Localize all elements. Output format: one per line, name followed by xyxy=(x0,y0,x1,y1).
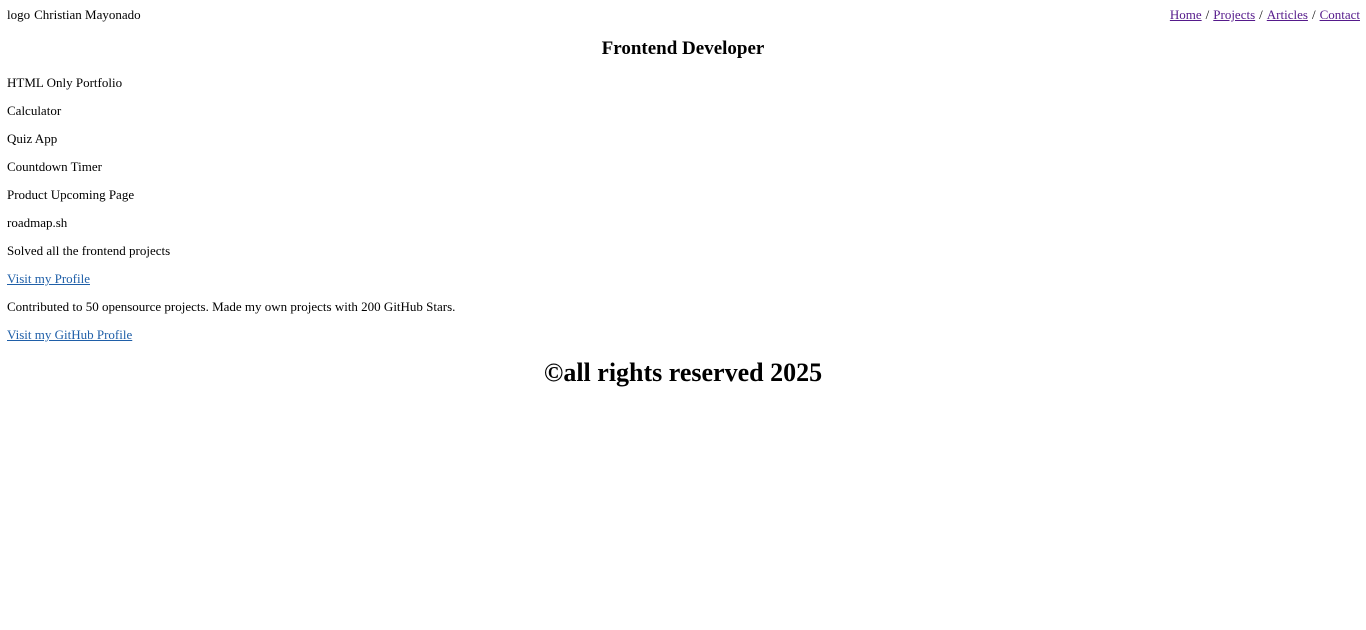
roadmap-title: roadmap.sh xyxy=(7,215,68,230)
nav-separator: / xyxy=(1205,7,1210,22)
github-profile-link-row: Visit my GitHub Profile xyxy=(7,326,1007,354)
site-owner-name: Christian Mayonado xyxy=(34,7,141,22)
nav-separator: / xyxy=(1311,7,1316,22)
header: logo Christian Mayonado Home / Projects … xyxy=(7,6,1360,24)
brand: logo Christian Mayonado xyxy=(7,7,141,23)
nav-separator: / xyxy=(1259,7,1263,22)
roadmap-profile-link-row: Visit my Profile xyxy=(7,270,1007,298)
nav-projects-link[interactable]: Projects xyxy=(1213,7,1255,23)
project-item-calculator: Calculator xyxy=(7,103,62,118)
roadmap-description: Solved all the frontend projects xyxy=(7,243,171,258)
nav-home-link[interactable]: Home xyxy=(1170,7,1202,23)
page: logo Christian Mayonado Home / Projects … xyxy=(0,0,1366,630)
github-profile-link[interactable]: Visit my GitHub Profile xyxy=(7,327,132,342)
main-content: HTML Only Portfolio Calculator Quiz App … xyxy=(7,74,1007,354)
nav-articles-link[interactable]: Articles xyxy=(1267,7,1308,23)
project-item-quiz-app: Quiz App xyxy=(7,131,58,146)
hero-title: Frontend Developer xyxy=(601,38,765,59)
logo: logo xyxy=(7,7,31,22)
github-description: Contributed to 50 opensource projects. M… xyxy=(7,299,456,314)
nav-contact-link[interactable]: Contact xyxy=(1320,7,1360,23)
footer-copyright: ©all rights reserved 2025 xyxy=(543,358,823,387)
main-nav: Home / Projects / Articles / Contact xyxy=(1170,7,1360,23)
roadmap-profile-link[interactable]: Visit my Profile xyxy=(7,271,90,286)
project-item-product-upcoming-page: Product Upcoming Page xyxy=(7,187,135,202)
projects-heading: HTML Only Portfolio xyxy=(7,75,123,90)
project-item-countdown-timer: Countdown Timer xyxy=(7,159,102,174)
